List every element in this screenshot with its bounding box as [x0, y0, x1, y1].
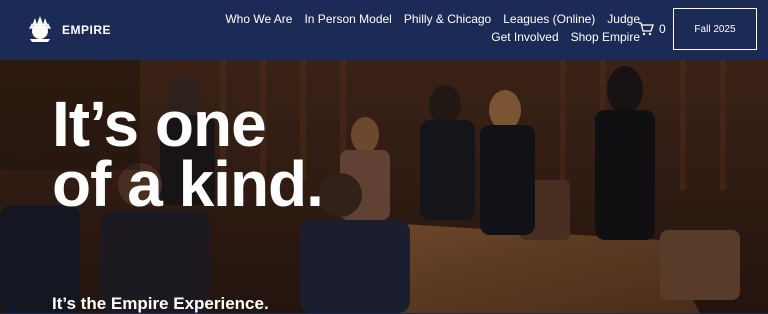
nav-in-person-model[interactable]: In Person Model [304, 12, 391, 26]
brand-name: EMPIRE [62, 23, 112, 37]
season-button[interactable]: Fall 2025 [673, 8, 757, 50]
hero-headline: It’s one of a kind. [52, 88, 324, 220]
cart-button[interactable]: 0 [638, 22, 666, 36]
nav-judge[interactable]: Judge [607, 12, 640, 26]
hero-headline-line2: of a kind. [52, 148, 324, 220]
nav-shop-empire[interactable]: Shop Empire [571, 30, 640, 44]
nav-who-we-are[interactable]: Who We Are [225, 12, 292, 26]
hero-headline-line1: It’s one [52, 88, 267, 160]
main-nav: Who We Are In Person Model Philly & Chic… [170, 12, 640, 44]
cart-count: 0 [659, 22, 666, 36]
hero-subline: It’s the Empire Experience. [52, 294, 269, 313]
nav-philly-chicago[interactable]: Philly & Chicago [404, 12, 491, 26]
statue-of-liberty-logo-icon [29, 16, 51, 42]
nav-get-involved[interactable]: Get Involved [491, 30, 558, 44]
site-header: EMPIRE Who We Are In Person Model Philly… [0, 0, 768, 60]
brand-logo[interactable]: EMPIRE [24, 14, 111, 46]
nav-leagues-online[interactable]: Leagues (Online) [503, 12, 595, 26]
cart-icon [639, 22, 654, 36]
